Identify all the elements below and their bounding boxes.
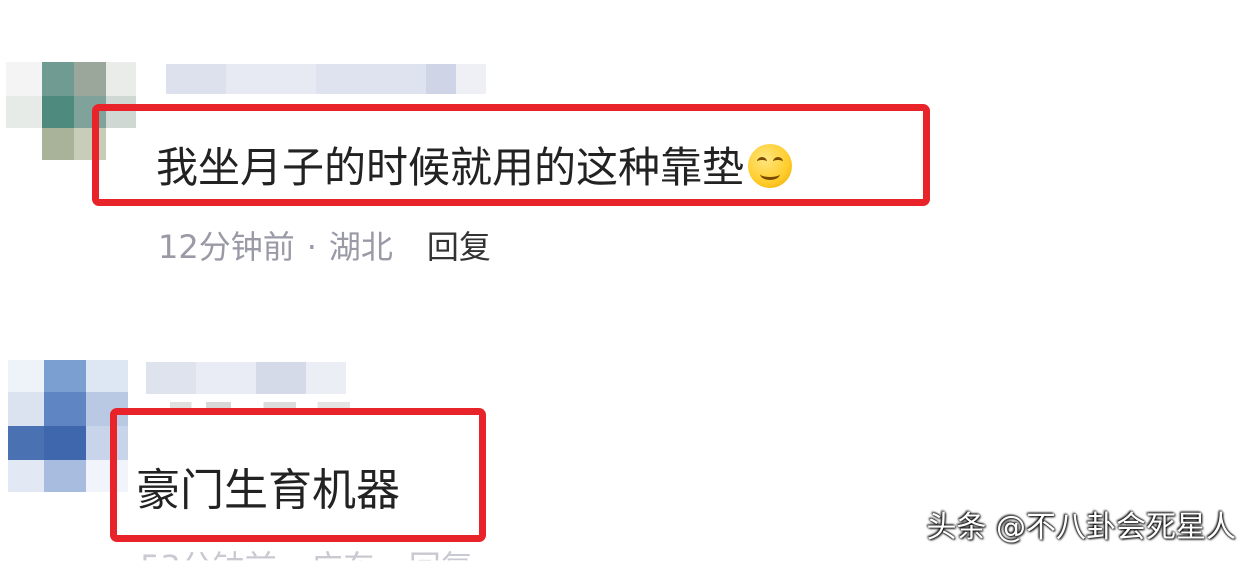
- comment-location: 广东: [310, 548, 375, 586]
- comment-text: 豪门生育机器: [136, 454, 400, 518]
- smiling-face-emoji-icon: [748, 144, 793, 188]
- comment-time: 12分钟前: [158, 228, 295, 266]
- comment-location: 湖北: [328, 228, 393, 266]
- comment-text: 我坐月子的时候就用的这种靠垫: [156, 134, 793, 195]
- meta-separator: ·: [306, 228, 317, 266]
- comment-text-content: 我坐月子的时候就用的这种靠垫: [156, 143, 745, 192]
- comment-meta: 53分钟前 · 广东 回复: [140, 542, 473, 586]
- comment-meta: 12分钟前 · 湖北 回复: [158, 222, 491, 268]
- reply-button[interactable]: 回复: [427, 228, 491, 266]
- reply-button[interactable]: 回复: [409, 548, 473, 560]
- username-blurred[interactable]: [166, 64, 486, 94]
- meta-separator: ·: [288, 548, 299, 586]
- comment-time: 53分钟前: [140, 548, 277, 586]
- username-blurred[interactable]: [146, 362, 346, 394]
- comment-text-content: 豪门生育机器: [136, 465, 400, 516]
- watermark: 头条 @不八卦会死星人: [926, 510, 1236, 545]
